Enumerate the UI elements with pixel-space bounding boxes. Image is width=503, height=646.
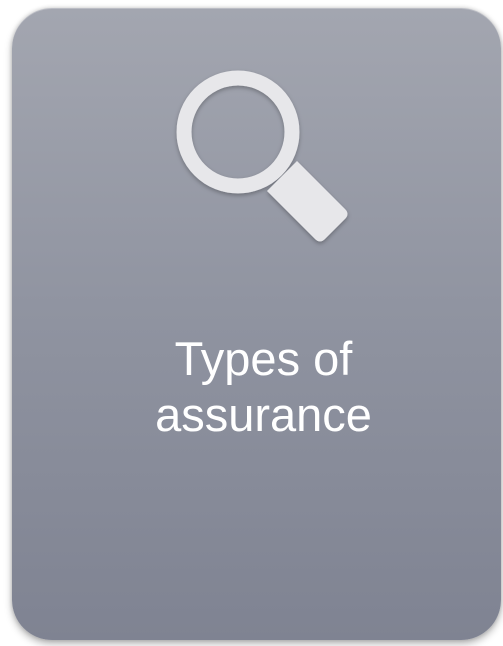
types-of-assurance-card[interactable]: Types of assurance <box>12 8 501 640</box>
card-title-line-2: assurance <box>155 388 372 441</box>
card-title-line-1: Types of <box>174 332 353 385</box>
card-title: Types of assurance <box>12 331 503 443</box>
search-icon <box>169 63 359 253</box>
